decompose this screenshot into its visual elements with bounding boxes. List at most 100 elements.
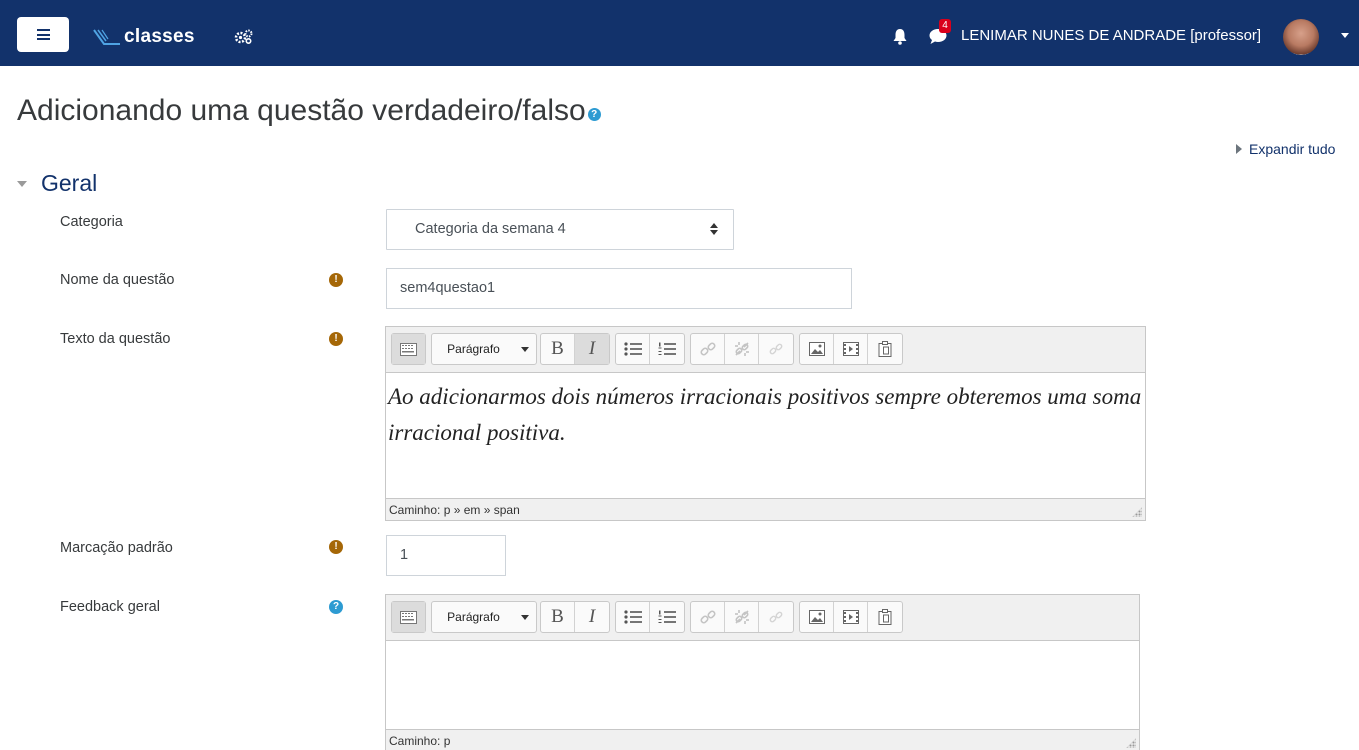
categoria-select[interactable]: Categoria da semana 4: [386, 209, 734, 250]
feedback-editor[interactable]: Parágrafo B I Caminho: p: [385, 594, 1140, 750]
text-style-group: B I: [540, 601, 610, 633]
marcacao-input[interactable]: 1: [386, 535, 506, 576]
ordered-list-button[interactable]: [650, 334, 684, 364]
top-navbar: classes 4 LENIMAR NUNES DE ANDRADE [prof…: [0, 0, 1359, 66]
texto-editor[interactable]: Parágrafo B I Ao adicionarmos dois númer…: [385, 326, 1146, 521]
unlink-button[interactable]: [725, 334, 759, 364]
nome-input[interactable]: sem4questao1: [386, 268, 852, 309]
collapse-arrow-icon: [17, 180, 27, 187]
nome-label: Nome da questão: [60, 272, 175, 288]
unordered-list-icon: [623, 610, 642, 624]
paste-button[interactable]: [868, 334, 902, 364]
brand-name: classes: [124, 26, 195, 47]
editor-path: Caminho: p: [389, 734, 451, 748]
unlink-button[interactable]: [725, 602, 759, 632]
dropdown-caret-icon: [520, 346, 529, 352]
resize-grip-icon[interactable]: [1132, 507, 1142, 517]
insert-group: [799, 601, 903, 633]
editor-path: Caminho: p » em » span: [389, 503, 520, 517]
link-button[interactable]: [691, 602, 725, 632]
bold-button[interactable]: B: [541, 334, 575, 364]
menu-button[interactable]: [17, 17, 69, 52]
paste-icon: [878, 341, 892, 357]
anchor-button[interactable]: [759, 334, 793, 364]
image-icon: [808, 610, 825, 624]
unordered-list-button[interactable]: [616, 602, 650, 632]
expand-arrow-icon: [1236, 144, 1242, 154]
toolbar-toggle-group: [391, 601, 426, 633]
ordered-list-icon: [658, 610, 676, 623]
italic-button[interactable]: I: [575, 334, 609, 364]
required-icon[interactable]: !: [329, 332, 343, 346]
italic-icon: I: [588, 606, 596, 627]
texto-editor-content[interactable]: Ao adicionarmos dois números irracionais…: [386, 373, 1145, 498]
bell-icon[interactable]: [892, 28, 908, 45]
media-button[interactable]: [834, 334, 868, 364]
paragraph-format-label: Parágrafo: [447, 610, 500, 624]
marcacao-label: Marcação padrão: [60, 540, 173, 556]
media-icon: [842, 610, 859, 624]
texto-paragraph: Ao adicionarmos dois números irracionais…: [388, 384, 1142, 445]
italic-icon: I: [588, 338, 596, 359]
image-button[interactable]: [800, 334, 834, 364]
editor-statusbar: Caminho: p: [386, 729, 1139, 750]
editor-statusbar: Caminho: p » em » span: [386, 498, 1145, 520]
text-style-group: B I: [540, 333, 610, 365]
help-icon[interactable]: ?: [587, 107, 601, 121]
texto-label: Texto da questão: [60, 331, 171, 347]
image-icon: [808, 342, 825, 356]
paste-icon: [878, 609, 892, 625]
resize-grip-icon[interactable]: [1126, 738, 1136, 748]
link-group: [690, 601, 794, 633]
brand-logo-icon: [93, 29, 120, 45]
toolbar-toggle-button[interactable]: [392, 602, 425, 632]
editor-toolbar: Parágrafo B I: [386, 595, 1139, 641]
paste-button[interactable]: [868, 602, 902, 632]
bold-icon: B: [551, 338, 564, 359]
toolbar-toggle-button[interactable]: [392, 334, 425, 364]
link-button[interactable]: [691, 334, 725, 364]
toolbar-toggle-icon: [400, 342, 417, 356]
link-icon: [699, 610, 716, 624]
unordered-list-button[interactable]: [616, 334, 650, 364]
anchor-icon: [769, 611, 783, 623]
dropdown-caret-icon: [520, 614, 529, 620]
paragraph-format-dropdown[interactable]: Parágrafo: [432, 334, 536, 364]
caret-down-icon[interactable]: [1341, 33, 1349, 38]
link-icon: [699, 342, 716, 356]
toolbar-toggle-group: [391, 333, 426, 365]
required-icon[interactable]: !: [329, 273, 343, 287]
format-group: Parágrafo: [431, 333, 537, 365]
bold-button[interactable]: B: [541, 602, 575, 632]
image-button[interactable]: [800, 602, 834, 632]
italic-button[interactable]: I: [575, 602, 609, 632]
select-arrows-icon: [710, 223, 718, 237]
media-button[interactable]: [834, 602, 868, 632]
link-group: [690, 333, 794, 365]
ordered-list-button[interactable]: [650, 602, 684, 632]
anchor-button[interactable]: [759, 602, 793, 632]
expand-all-label: Expandir tudo: [1249, 141, 1336, 157]
page-title: Adicionando uma questão verdadeiro/falso…: [17, 94, 601, 128]
editor-toolbar: Parágrafo B I: [386, 327, 1145, 373]
expand-all-link[interactable]: Expandir tudo: [1236, 141, 1335, 157]
required-icon[interactable]: !: [329, 540, 343, 554]
section-title: Geral: [41, 170, 98, 196]
feedback-editor-content[interactable]: [386, 641, 1139, 729]
bold-icon: B: [551, 606, 564, 627]
format-group: Parágrafo: [431, 601, 537, 633]
paragraph-format-dropdown[interactable]: Parágrafo: [432, 602, 536, 632]
unlink-icon: [734, 342, 749, 356]
brand-link[interactable]: classes: [92, 24, 195, 50]
user-name[interactable]: LENIMAR NUNES DE ANDRADE [professor]: [961, 27, 1261, 44]
ordered-list-icon: [658, 342, 676, 355]
feedback-label: Feedback geral: [60, 599, 160, 615]
cog-icon[interactable]: [234, 29, 254, 45]
feedback-paragraph: [386, 641, 1139, 647]
avatar[interactable]: [1283, 19, 1319, 55]
page-title-text: Adicionando uma questão verdadeiro/falso: [17, 94, 586, 127]
help-icon[interactable]: ?: [329, 600, 343, 614]
categoria-selected-value: Categoria da semana 4: [415, 221, 566, 237]
section-header-geral[interactable]: Geral: [17, 170, 97, 197]
unordered-list-icon: [623, 342, 642, 356]
